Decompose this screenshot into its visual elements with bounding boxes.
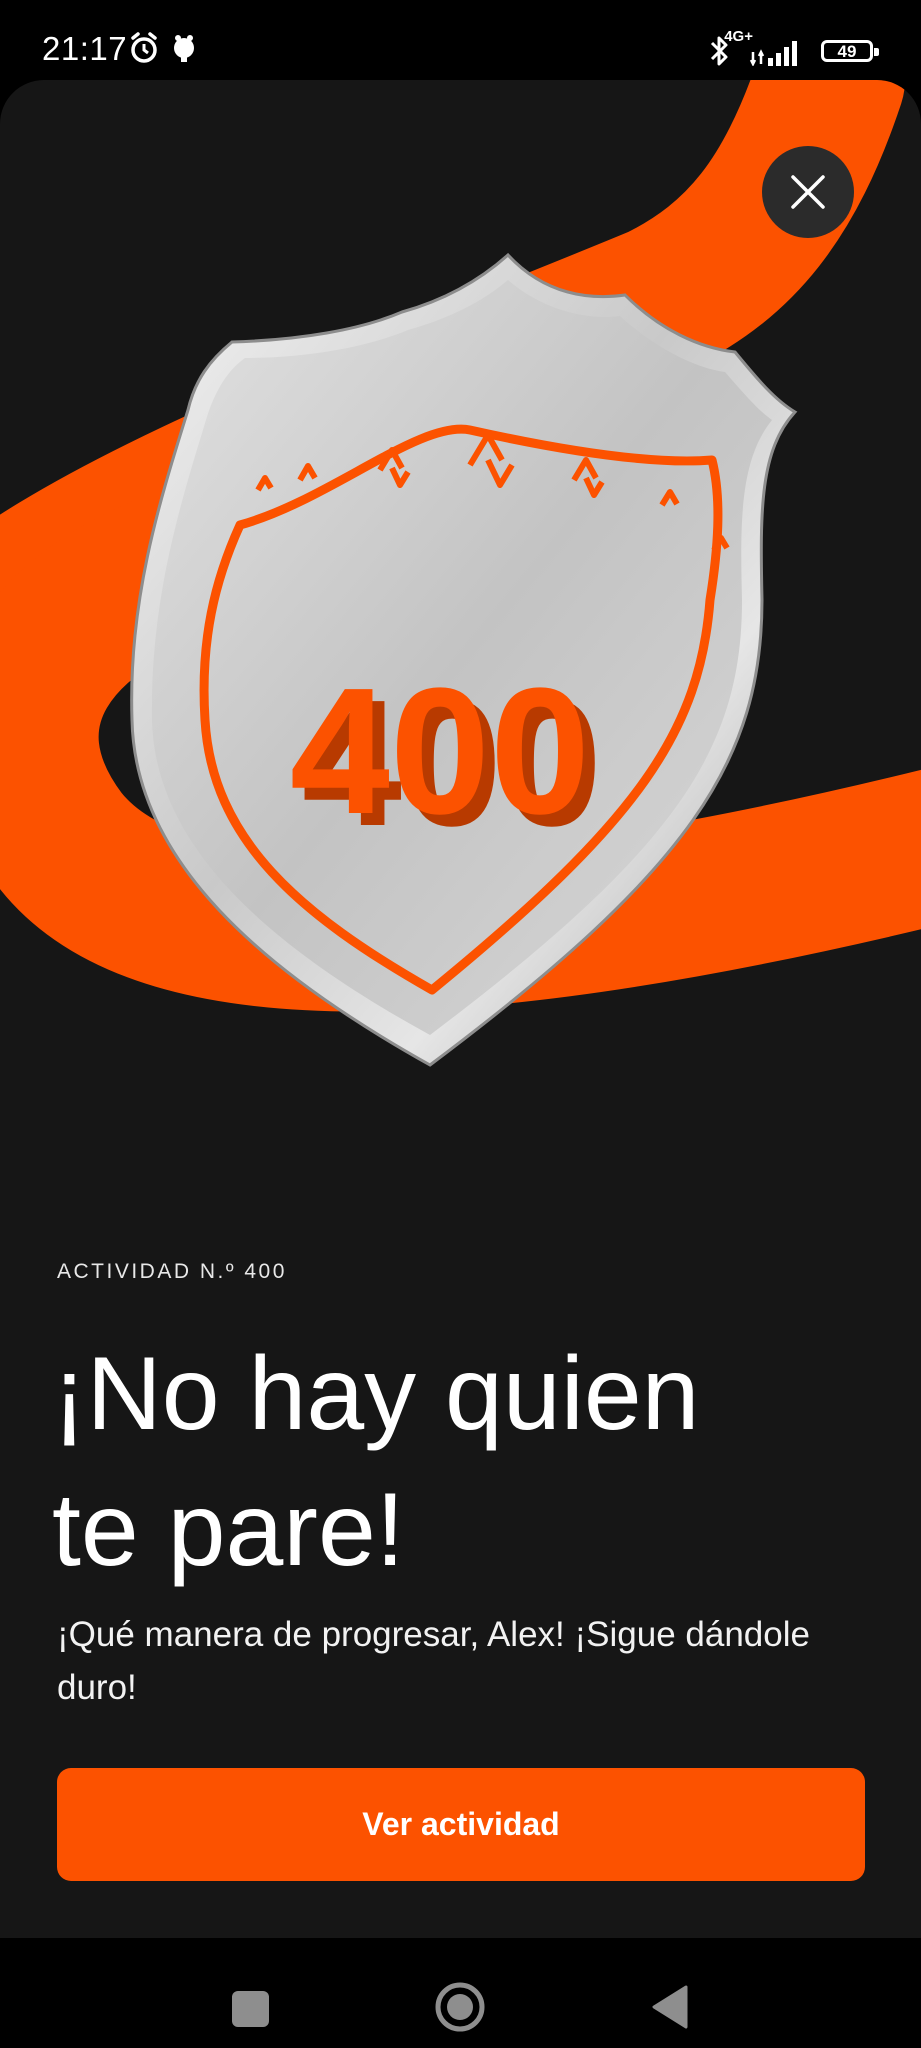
signal-icon (749, 41, 797, 66)
badge-number: 400 (290, 651, 590, 852)
status-left-icons (126, 30, 206, 71)
notification-icon (174, 35, 194, 62)
close-button[interactable] (762, 146, 854, 238)
close-icon (791, 175, 825, 209)
status-time: 21:17 (42, 30, 128, 67)
back-icon[interactable] (650, 1985, 688, 2029)
subtitle: ¡Qué manera de progresar, Alex! ¡Sigue d… (57, 1615, 810, 1707)
headline-line-1: ¡No hay quien (52, 1336, 700, 1452)
activity-number-label: ACTIVIDAD N.º 400 (57, 1260, 287, 1283)
achievement-sheet: 400 400 ACTIVIDAD N.º 400 ¡No hay quien … (0, 80, 921, 1938)
headline-line-2: te pare! (52, 1472, 405, 1588)
home-icon[interactable] (435, 1982, 485, 2032)
hero-illustration: 400 400 (0, 80, 921, 1230)
status-bar: 21:17 4G+ 49 (0, 0, 921, 80)
headline: ¡No hay quien te pare! (52, 1326, 872, 1598)
battery-level: 49 (837, 42, 857, 61)
recents-icon[interactable] (232, 1991, 269, 2027)
battery-icon: 49 (821, 40, 879, 62)
alarm-icon (131, 32, 157, 63)
view-activity-button[interactable]: Ver actividad (57, 1768, 865, 1881)
system-nav-bar (0, 1938, 921, 2048)
